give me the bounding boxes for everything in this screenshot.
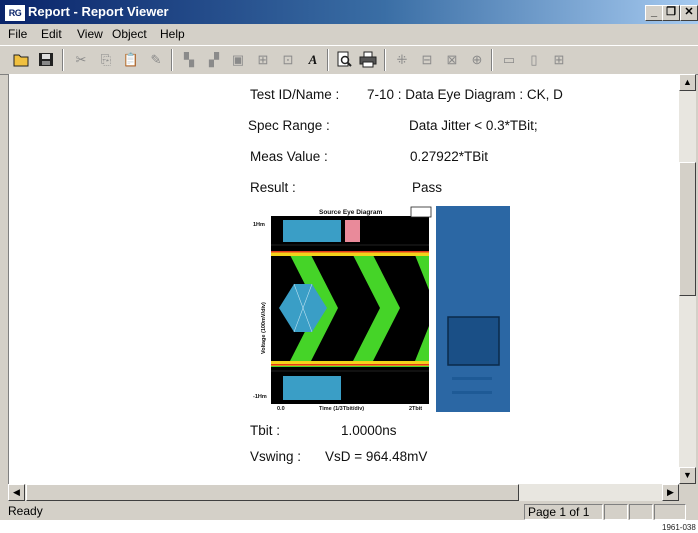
scroll-right-button[interactable]: ▶ — [662, 484, 679, 501]
result-value: Pass — [412, 180, 443, 195]
toolbar-separator — [171, 49, 173, 71]
send-backward-icon[interactable]: ▚ — [180, 51, 198, 68]
tbit-value: 1.0000ns — [341, 423, 397, 438]
vswing-value: VsD = 964.48mV — [325, 449, 428, 464]
text-icon[interactable]: A — [304, 51, 322, 68]
toolbar-separator — [384, 49, 386, 71]
scroll-left-button[interactable]: ◀ — [8, 484, 25, 501]
status-pane — [604, 504, 628, 520]
y-axis-label: Voltage (100mV/div) — [261, 302, 267, 354]
spec-range-label: Spec Range : — [248, 118, 330, 133]
save-icon[interactable] — [37, 51, 55, 68]
x-axis-right-label: 2Tbit — [409, 406, 422, 412]
report-viewer-window: RG Report - Report Viewer _ ❐ ✕ File Edi… — [0, 0, 698, 520]
vertical-scroll-thumb[interactable] — [679, 162, 696, 296]
figure-number: 1961-038 — [662, 523, 696, 532]
group-icon[interactable]: ⊡ — [279, 51, 297, 68]
menu-view[interactable]: View — [77, 27, 103, 41]
frame-icon[interactable]: ▣ — [229, 51, 247, 68]
spec-range-value: Data Jitter < 0.3*TBit; — [409, 118, 538, 133]
align-center-icon[interactable]: ⊠ — [443, 51, 461, 68]
horizontal-scroll-thumb[interactable] — [26, 484, 519, 501]
toolbar-separator — [491, 49, 493, 71]
y-axis-bottom-label: -1Hm — [253, 394, 267, 400]
y-axis-top-label: 1Hm — [253, 222, 265, 228]
print-icon[interactable] — [359, 51, 377, 68]
toolbar: ✂ ⎘ 📋 ✎ ▚ ▞ ▣ ⊞ ⊡ A ⁜ ⊟ ⊠ ⊕ ▭ ▯ ⊞ — [0, 45, 698, 75]
x-axis-left-label: 0.0 — [277, 406, 285, 412]
eye-diagram-title: Source Eye Diagram — [319, 209, 382, 216]
horizontal-scrollbar[interactable]: ◀ ▶ — [8, 484, 679, 501]
toolbar-separator — [327, 49, 329, 71]
app-logo-icon: RG — [4, 4, 26, 22]
meas-value-label: Meas Value : — [250, 149, 328, 164]
menu-edit[interactable]: Edit — [41, 27, 62, 41]
status-page-text: Page 1 of 1 — [528, 505, 590, 519]
tbit-label: Tbit : — [250, 423, 281, 438]
vswing-label: Vswing : — [250, 449, 302, 464]
result-label: Result : — [250, 180, 296, 195]
menu-object[interactable]: Object — [112, 27, 147, 41]
status-ready-text: Ready — [8, 504, 43, 518]
toolbar-separator — [62, 49, 64, 71]
eye-diagram-image: Source Eye Diagram 1Hm -1Hm Voltage (100… — [249, 206, 510, 412]
status-bar: Ready Page 1 of 1 — [0, 502, 698, 520]
menu-help[interactable]: Help — [160, 27, 185, 41]
test-id-value: 7-10 : Data Eye Diagram : CK, D — [367, 87, 563, 102]
menu-bar: File Edit View Object Help — [0, 24, 698, 44]
scroll-up-button[interactable]: ▲ — [679, 74, 696, 91]
window-title: Report - Report Viewer — [28, 4, 169, 19]
paste-icon[interactable]: 📋 — [122, 51, 140, 68]
align-icon[interactable]: ⊞ — [254, 51, 272, 68]
status-pane — [629, 504, 653, 520]
height-icon[interactable]: ▯ — [525, 51, 543, 68]
test-id-label: Test ID/Name : — [250, 87, 340, 102]
scroll-down-button[interactable]: ▼ — [679, 467, 696, 484]
width-icon[interactable]: ▭ — [500, 51, 518, 68]
status-page-pane: Page 1 of 1 — [524, 504, 603, 520]
bring-forward-icon[interactable]: ▞ — [205, 51, 223, 68]
vertical-scrollbar[interactable]: ▲ ▼ — [679, 74, 696, 484]
meas-value-value: 0.27922*TBit — [410, 149, 489, 164]
status-pane — [654, 504, 686, 520]
minimize-button[interactable]: _ — [645, 5, 663, 21]
restore-button[interactable]: ❐ — [662, 5, 680, 21]
title-bar[interactable]: RG Report - Report Viewer _ ❐ ✕ — [0, 0, 698, 24]
open-folder-icon[interactable] — [13, 51, 31, 68]
fit-icon[interactable]: ⊞ — [550, 51, 568, 68]
menu-file[interactable]: File — [8, 27, 27, 41]
x-axis-label: Time (1/3Tbit/div) — [319, 406, 364, 412]
print-preview-icon[interactable] — [335, 51, 353, 68]
eraser-icon[interactable]: ✎ — [147, 51, 165, 68]
align-left-icon[interactable]: ⊟ — [418, 51, 436, 68]
copy-icon[interactable]: ⎘ — [97, 51, 115, 68]
cut-icon[interactable]: ✂ — [72, 51, 90, 68]
distribute-icon[interactable]: ⊕ — [468, 51, 486, 68]
report-page: Test ID/Name : 7-10 : Data Eye Diagram :… — [8, 74, 680, 484]
scrollbar-corner — [679, 484, 696, 501]
close-button[interactable]: ✕ — [680, 5, 698, 21]
grid-icon[interactable]: ⁜ — [393, 51, 411, 68]
